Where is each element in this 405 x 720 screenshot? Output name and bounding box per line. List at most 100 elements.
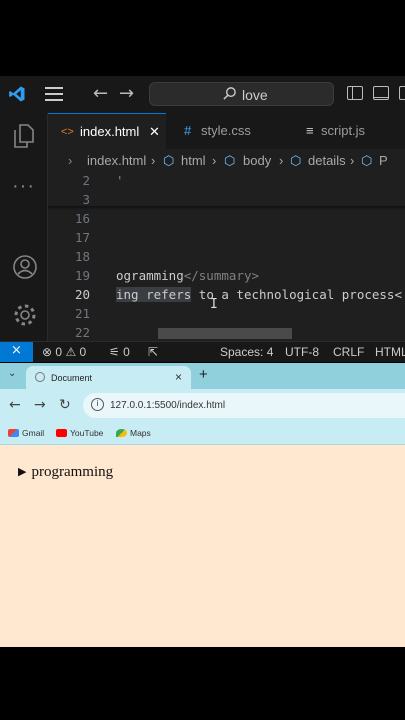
broadcast-icon: ⚟ — [109, 345, 120, 359]
summary-text: programming — [31, 464, 114, 480]
remote-indicator[interactable]: ⨯ — [0, 342, 33, 362]
url-text: 127.0.0.1:5500/index.html — [110, 400, 226, 411]
js-file-icon: ≡ — [306, 123, 314, 138]
indentation-status[interactable]: Spaces: 4 — [220, 345, 273, 359]
problems-indicator[interactable]: ⊗ 0 ⚠ 0 — [42, 345, 86, 359]
line-number: 17 — [74, 230, 90, 245]
ports-count: 0 — [123, 345, 130, 359]
line-number: 21 — [74, 306, 90, 321]
tab-title: Document — [51, 373, 93, 383]
more-icon[interactable]: ··· — [12, 175, 35, 198]
tab-search-chevron-icon[interactable]: ⌄ — [8, 368, 16, 379]
chevron-right-icon: › — [279, 153, 284, 168]
reload-icon[interactable]: ↻ — [59, 397, 71, 413]
eol-status[interactable]: CRLF — [333, 345, 364, 359]
code-text: to a technological process< — [191, 287, 402, 302]
toggle-primary-sidebar-icon[interactable] — [347, 86, 363, 100]
bookmark-label: Gmail — [22, 428, 45, 438]
tab-label: style.css — [201, 123, 251, 138]
address-bar[interactable]: i 127.0.0.1:5500/index.html — [83, 393, 405, 418]
account-icon[interactable] — [12, 254, 38, 280]
maps-icon — [116, 429, 127, 437]
forward-arrow-icon[interactable]: → — [119, 83, 134, 104]
line-number: 20 — [74, 287, 90, 302]
encoding-status[interactable]: UTF-8 — [285, 345, 319, 359]
browser-tab[interactable]: Document × — [26, 366, 191, 389]
remote-icon: ⨯ — [11, 342, 22, 357]
new-tab-button[interactable]: + — [199, 366, 208, 383]
globe-favicon-icon — [35, 372, 45, 382]
chevron-right-icon: › — [350, 153, 355, 168]
back-arrow-icon[interactable]: ← — [93, 83, 108, 104]
code-tag: </summary> — [183, 268, 259, 283]
breadcrumb-item[interactable]: details — [308, 153, 346, 168]
line-number: 18 — [74, 249, 90, 264]
chevron-right-icon: › — [68, 153, 73, 168]
settings-gear-icon[interactable] — [12, 302, 38, 328]
toggle-panel-icon[interactable] — [373, 86, 389, 100]
line-number: 19 — [74, 268, 90, 283]
error-count: 0 — [55, 345, 63, 359]
command-center-search[interactable]: love — [149, 82, 334, 106]
search-icon — [223, 87, 236, 100]
disclosure-triangle-icon: ▶ — [18, 466, 27, 478]
selected-text: ing refers — [116, 287, 192, 302]
close-icon[interactable]: ✕ — [149, 124, 160, 140]
chevron-right-icon: › — [151, 153, 156, 168]
tab-style-css[interactable]: # style.css — [166, 113, 286, 149]
tab-script-js[interactable]: ≡ script.js — [286, 113, 405, 149]
code-editor[interactable]: 2 ' 3 16 17 18 19 ogramming</summary> 20… — [48, 173, 405, 343]
bookmarks-bar: Gmail YouTube Maps — [0, 423, 405, 445]
line-number: 3 — [82, 192, 90, 207]
live-share-icon[interactable]: ⇱ — [148, 345, 158, 359]
code-text: ogramming — [116, 268, 184, 283]
close-tab-icon[interactable]: × — [175, 370, 182, 384]
vscode-window: ← → love ··· <> index.html ✕ # style.css… — [0, 76, 405, 362]
browser-window: ⌄ Document × + ← → ↻ i 127.0.0.1:5500/in… — [0, 363, 405, 647]
breadcrumb: › index.html › ⬡ html › ⬡ body › ⬡ detai… — [48, 149, 405, 173]
element-icon: ⬡ — [361, 153, 373, 168]
explorer-icon[interactable] — [12, 123, 36, 149]
bookmark-gmail[interactable]: Gmail — [8, 428, 44, 438]
ports-indicator[interactable]: ⚟ 0 — [109, 345, 130, 359]
line-number: 16 — [74, 211, 90, 226]
details-summary[interactable]: ▶ programming — [18, 464, 113, 481]
code-line: ' — [116, 173, 124, 188]
error-icon: ⊗ — [42, 345, 53, 359]
activity-bar: ··· — [0, 113, 48, 343]
warning-icon: ⚠ — [65, 345, 77, 359]
forward-icon[interactable]: → — [34, 397, 46, 413]
sticky-scroll-divider — [48, 206, 405, 210]
breadcrumb-item[interactable]: body — [243, 153, 271, 168]
bookmark-maps[interactable]: Maps — [116, 428, 151, 438]
back-icon[interactable]: ← — [9, 397, 21, 413]
gmail-icon — [8, 429, 19, 437]
hamburger-menu-icon[interactable] — [45, 87, 63, 101]
tab-label: script.js — [321, 123, 366, 138]
line-number: 2 — [82, 173, 90, 188]
tab-label: index.html — [80, 124, 140, 139]
editor-tabs: <> index.html ✕ # style.css ≡ script.js — [48, 113, 405, 149]
breadcrumb-item[interactable]: P — [379, 153, 388, 168]
warning-count: 0 — [79, 345, 87, 359]
tab-strip: ⌄ Document × + — [0, 363, 405, 389]
element-icon: ⬡ — [224, 153, 236, 168]
breadcrumb-item[interactable]: index.html — [87, 153, 146, 168]
css-file-icon: # — [184, 123, 192, 138]
bookmark-label: Maps — [130, 428, 151, 438]
title-bar: ← → love — [0, 76, 405, 113]
code-line: ing refers to a technological process< — [116, 287, 402, 302]
vscode-logo-icon — [9, 86, 25, 102]
code-line: ogramming</summary> — [116, 268, 259, 283]
language-status[interactable]: HTML — [375, 345, 405, 359]
bookmark-label: YouTube — [70, 428, 104, 438]
site-info-icon[interactable]: i — [91, 398, 104, 411]
element-icon: ⬡ — [163, 153, 175, 168]
toggle-secondary-sidebar-icon[interactable] — [399, 86, 405, 100]
status-bar: ⨯ ⊗ 0 ⚠ 0 ⚟ 0 ⇱ Spaces: 4 UTF-8 CRLF HTM… — [0, 341, 405, 362]
bookmark-youtube[interactable]: YouTube — [56, 428, 103, 438]
chevron-right-icon: › — [212, 153, 217, 168]
breadcrumb-item[interactable]: html — [181, 153, 206, 168]
tab-index-html[interactable]: <> index.html ✕ — [48, 113, 166, 149]
horizontal-scrollbar[interactable] — [158, 328, 292, 339]
